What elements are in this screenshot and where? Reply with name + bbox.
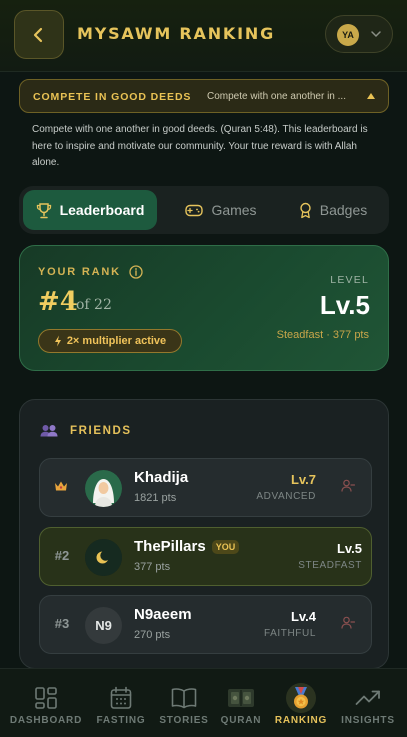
info-icon[interactable]: [129, 265, 143, 279]
level-value: Lv.5: [319, 290, 370, 320]
rank-heading: YOUR RANK: [38, 265, 143, 279]
back-button[interactable]: [14, 10, 64, 59]
tab-badges[interactable]: Badges: [281, 190, 385, 230]
nav-label: FASTING: [96, 715, 146, 726]
nav-stories[interactable]: STORIES: [155, 669, 213, 737]
remove-friend-icon[interactable]: [341, 616, 355, 630]
tab-games-label: Games: [211, 202, 257, 218]
level-label: LEVEL: [330, 274, 369, 286]
chevron-down-icon: [371, 31, 381, 38]
rank-label: YOUR RANK: [38, 266, 121, 278]
friend-level: Lv.5: [336, 541, 362, 556]
multiplier-badge: 2× multiplier active: [38, 329, 182, 353]
avatar: YA: [337, 24, 359, 46]
friend-points: 270 pts: [134, 629, 171, 641]
friend-rank: #3: [54, 616, 70, 631]
friends-card: FRIENDS Khadija 1821 pts Lv.7 ADVANCED #…: [19, 399, 389, 669]
multiplier-label: 2× multiplier active: [66, 335, 167, 347]
friend-points: 1821 pts: [134, 492, 177, 504]
profile-menu-button[interactable]: YA: [325, 15, 393, 53]
friends-title: FRIENDS: [70, 424, 132, 437]
chart-icon: [355, 690, 380, 705]
friend-name-text: Khadija: [134, 469, 189, 486]
level-subtitle: Steadfast · 377 pts: [276, 329, 369, 341]
dashboard-icon: [35, 687, 57, 709]
friend-name: Khadija: [134, 469, 188, 486]
section-tabs: Leaderboard Games Badges: [19, 186, 389, 234]
quran-icon: [228, 689, 254, 707]
banner-description: Compete with one another in good deeds. …: [32, 124, 368, 168]
nav-label: RANKING: [274, 715, 328, 726]
nav-label: QURAN: [220, 715, 262, 726]
trophy-icon: [36, 202, 51, 218]
friends-heading: FRIENDS: [40, 424, 132, 437]
friend-level: Lv.7: [290, 472, 316, 487]
chevron-left-icon: [33, 27, 43, 42]
friend-name: N9aeem: [134, 606, 192, 623]
medal-icon: [286, 683, 316, 713]
tab-leaderboard[interactable]: Leaderboard: [23, 190, 157, 230]
banner-title: COMPETE IN GOOD DEEDS: [33, 91, 192, 103]
friend-tier: FAITHFUL: [263, 628, 316, 639]
avatar-initials: N9: [95, 618, 112, 633]
friend-name-text: ThePillars: [134, 538, 206, 555]
calendar-icon: [110, 686, 132, 709]
nav-label: INSIGHTS: [341, 715, 395, 726]
friend-points: 377 pts: [134, 561, 171, 573]
you-badge: YOU: [211, 539, 240, 554]
gamepad-icon: [185, 204, 204, 216]
nav-label: STORIES: [159, 715, 209, 726]
nav-insights[interactable]: INSIGHTS: [336, 669, 400, 737]
banner-preview: Compete with one another in ...: [207, 91, 346, 102]
tab-games[interactable]: Games: [167, 190, 275, 230]
tab-leaderboard-label: Leaderboard: [59, 202, 145, 218]
moon-avatar: [85, 539, 122, 576]
bottom-nav: DASHBOARD FASTING STORIES QURAN RANKING …: [0, 668, 407, 737]
good-deeds-banner[interactable]: COMPETE IN GOOD DEEDS Compete with one a…: [19, 79, 389, 113]
friend-row[interactable]: #3 N9 N9aeem 270 pts Lv.4 FAITHFUL: [39, 595, 372, 654]
avatar: N9: [85, 607, 122, 644]
nav-dashboard[interactable]: DASHBOARD: [6, 669, 86, 737]
friend-name: ThePillars YOU: [134, 538, 240, 555]
friend-tier: ADVANCED: [256, 491, 316, 502]
nav-fasting[interactable]: FASTING: [92, 669, 150, 737]
lightning-icon: [54, 335, 61, 347]
rank-position: #4: [38, 287, 78, 317]
nav-quran[interactable]: QURAN: [215, 669, 267, 737]
crown-icon: [55, 481, 67, 491]
friend-name-text: N9aeem: [134, 606, 192, 623]
nav-ranking[interactable]: RANKING: [270, 669, 332, 737]
remove-friend-icon[interactable]: [341, 479, 355, 493]
friend-row-you[interactable]: #2 ThePillars YOU 377 pts Lv.5 STEADFAST: [39, 527, 372, 586]
badge-icon: [300, 202, 311, 218]
rank-total: of 22: [76, 297, 112, 313]
page-title: MYSAWM RANKING: [77, 24, 276, 43]
friend-tier: STEADFAST: [298, 560, 362, 571]
book-icon: [171, 688, 197, 709]
friend-row[interactable]: Khadija 1821 pts Lv.7 ADVANCED: [39, 458, 372, 517]
friend-rank: #2: [54, 548, 70, 563]
nav-label: DASHBOARD: [9, 715, 83, 726]
users-icon: [40, 425, 58, 437]
friend-level: Lv.4: [290, 609, 316, 624]
tab-badges-label: Badges: [319, 202, 368, 218]
app-header: MYSAWM RANKING YA: [0, 0, 407, 72]
hijab-avatar: [85, 470, 122, 507]
your-rank-card: YOUR RANK #4 of 22 2× multiplier active …: [19, 245, 389, 371]
caret-up-icon[interactable]: [366, 91, 376, 101]
